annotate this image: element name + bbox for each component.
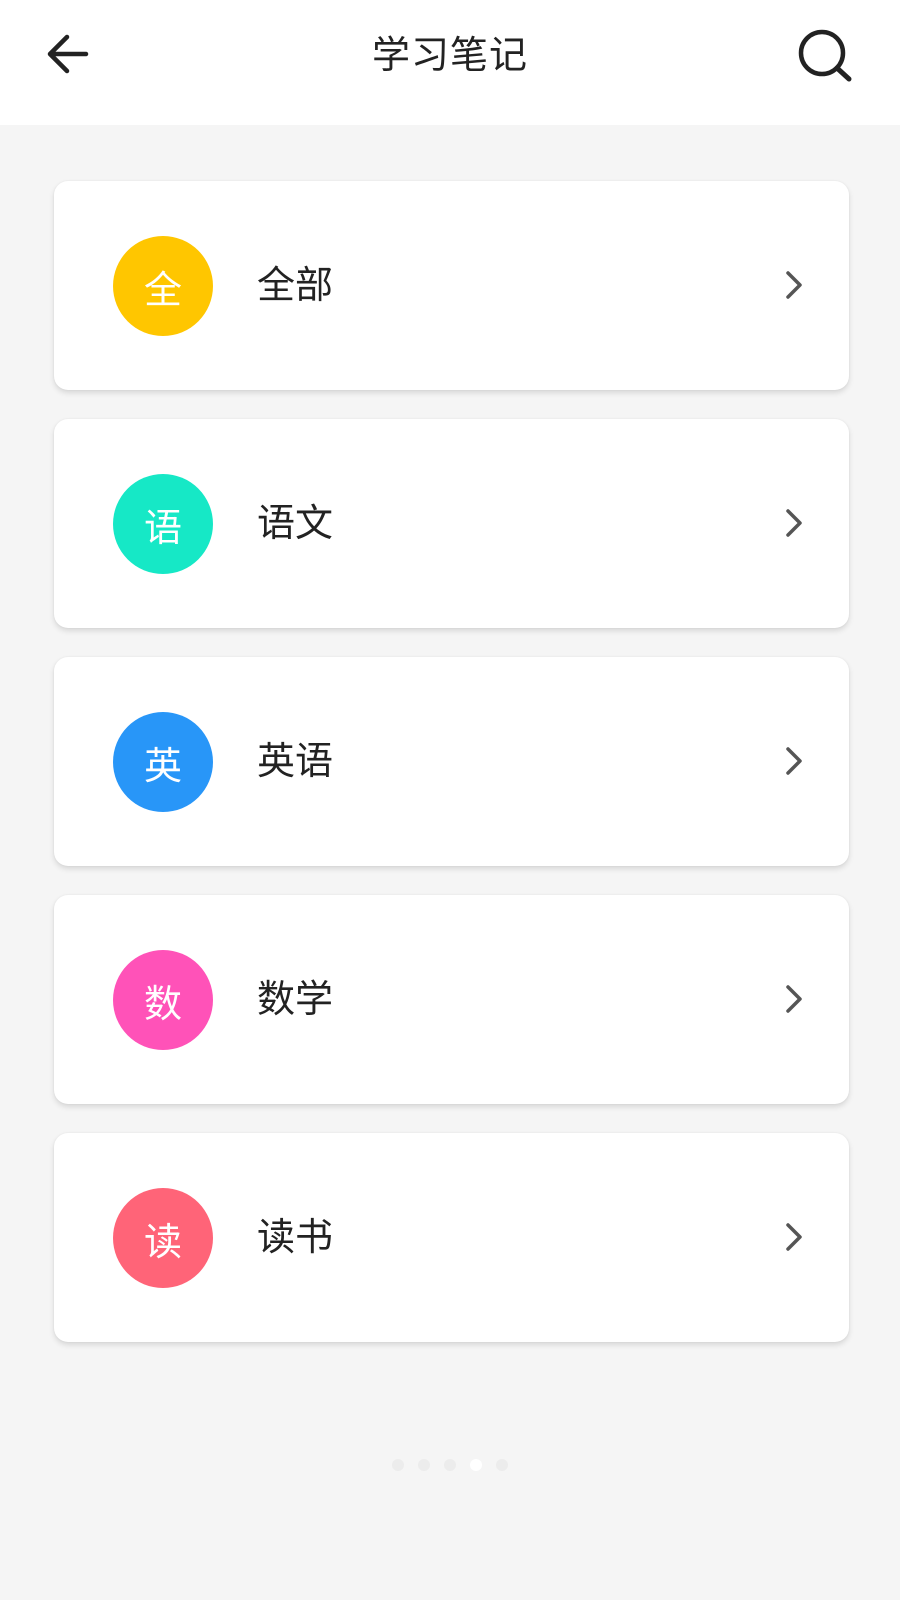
chevron-right-icon	[786, 985, 802, 1013]
chevron-right-icon	[786, 271, 802, 299]
chevron-right-icon	[786, 1223, 802, 1251]
category-list: 全 全部 语 语文 英 英语 数 数学 读 读书	[54, 181, 849, 1371]
page-dot	[496, 1459, 508, 1471]
category-avatar: 全	[113, 236, 213, 336]
category-avatar: 英	[113, 712, 213, 812]
category-avatar: 数	[113, 950, 213, 1050]
category-label: 全部	[257, 263, 334, 307]
category-avatar: 读	[113, 1188, 213, 1288]
category-label: 读书	[257, 1215, 334, 1259]
category-item-english[interactable]: 英 英语	[54, 657, 849, 866]
category-label: 英语	[257, 739, 334, 783]
chevron-right-icon	[786, 747, 802, 775]
back-button[interactable]	[40, 28, 100, 80]
page-dot	[444, 1459, 456, 1471]
category-label: 数学	[257, 977, 334, 1021]
page-dot	[392, 1459, 404, 1471]
app-header: 学习笔记	[0, 0, 900, 125]
search-button[interactable]	[796, 26, 856, 86]
chevron-right-icon	[786, 509, 802, 537]
category-item-all[interactable]: 全 全部	[54, 181, 849, 390]
category-item-math[interactable]: 数 数学	[54, 895, 849, 1104]
category-label: 语文	[257, 501, 334, 545]
search-icon	[798, 29, 852, 82]
page-dot	[418, 1459, 430, 1471]
page-dot	[470, 1459, 482, 1471]
page-title: 学习笔记	[371, 33, 528, 77]
category-item-reading[interactable]: 读 读书	[54, 1133, 849, 1342]
category-item-chinese[interactable]: 语 语文	[54, 419, 849, 628]
category-avatar: 语	[113, 474, 213, 574]
page-indicator	[0, 1459, 900, 1473]
arrow-left-icon	[47, 34, 89, 74]
